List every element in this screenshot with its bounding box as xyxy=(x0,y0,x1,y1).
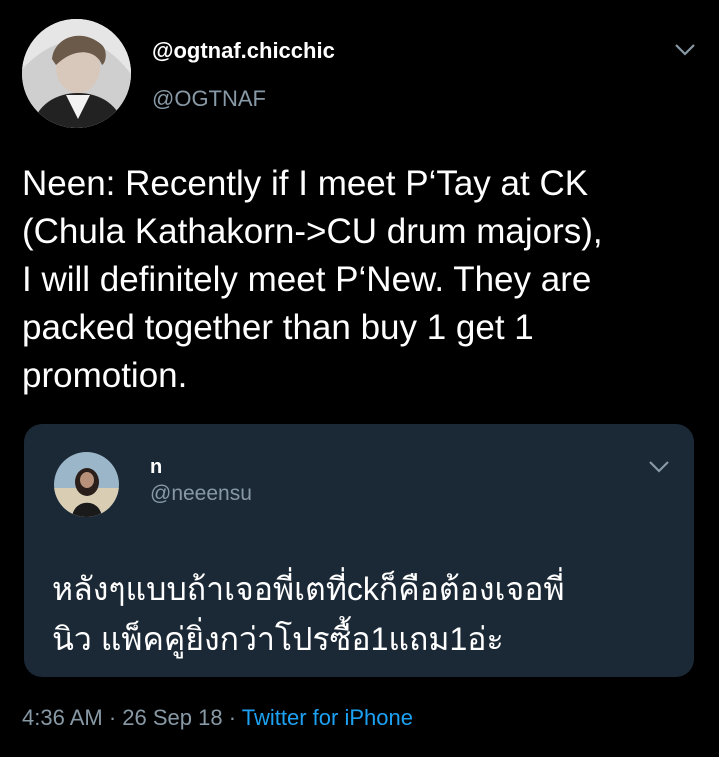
quoted-tweet-text: หลังๆแบบถ้าเจอพี่เตที่ckก็คือต้องเจอพี่ … xyxy=(52,571,565,657)
tweet-time[interactable]: 4:36 AM xyxy=(22,705,103,730)
chevron-down-icon[interactable] xyxy=(648,460,670,474)
chevron-down-icon[interactable] xyxy=(674,43,696,57)
separator: · xyxy=(108,705,117,730)
separator: · xyxy=(228,705,237,730)
tweet-metadata: 4:36 AM · 26 Sep 18 · Twitter for iPhone xyxy=(22,705,413,731)
tweet-source-link[interactable]: Twitter for iPhone xyxy=(242,705,413,730)
tweet-text: Neen: Recently if I meet P‘Tay at CK (Ch… xyxy=(22,164,603,395)
avatar-photo-icon xyxy=(22,19,131,128)
quoted-author-avatar[interactable] xyxy=(54,452,119,517)
author-display-name[interactable]: @ogtnaf.chicchic xyxy=(152,38,335,64)
quoted-author-handle[interactable]: @neeensu xyxy=(150,482,252,506)
author-avatar[interactable] xyxy=(22,19,131,128)
tweet-date[interactable]: 26 Sep 18 xyxy=(122,705,222,730)
author-handle[interactable]: @OGTNAF xyxy=(152,86,266,112)
quoted-tweet-card[interactable]: n @neeensu หลังๆแบบถ้าเจอพี่เตที่ckก็คือ… xyxy=(24,424,694,677)
quoted-author-display-name[interactable]: n xyxy=(150,456,162,479)
avatar-photo-icon xyxy=(54,452,119,517)
